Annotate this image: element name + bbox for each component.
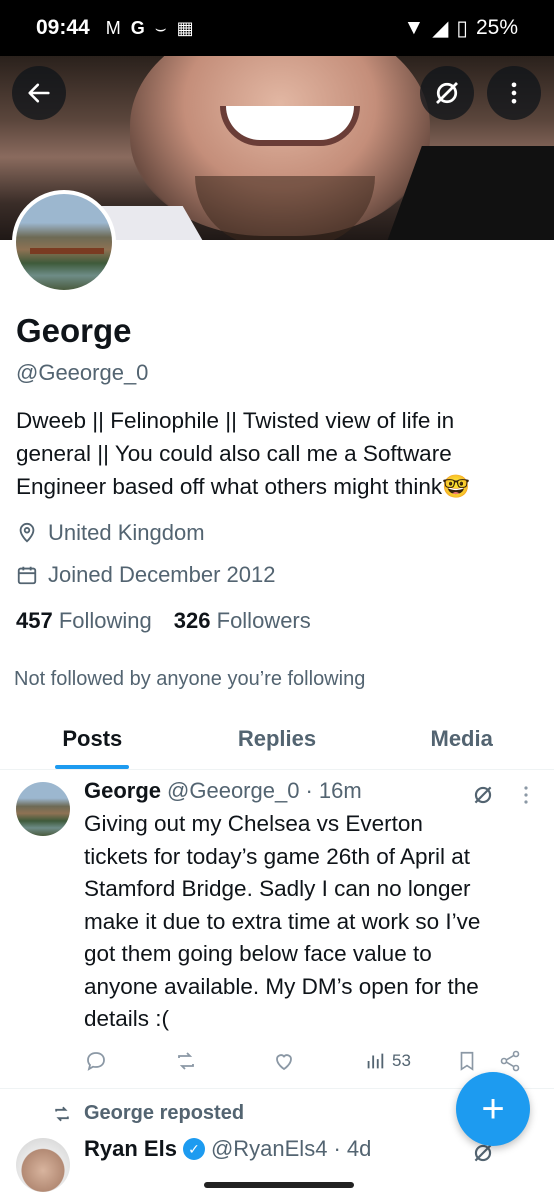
post-author-name[interactable]: George [84,778,161,804]
location-text: United Kingdom [48,520,205,545]
grok-icon [436,82,458,104]
tab-media[interactable]: Media [369,712,554,769]
location-pin-icon [19,522,35,543]
wifi-icon: ▼ [403,16,425,39]
repost-label: George reposted [84,1102,245,1124]
more-options-button[interactable] [487,66,541,120]
views-button[interactable]: 53 [364,1050,411,1072]
share-icon [500,1050,520,1072]
post-avatar[interactable] [16,782,70,836]
joined-text: Joined December 2012 [48,562,276,587]
profile-name: George [16,312,132,349]
bio-line: Engineer based off what others might thi… [16,474,471,499]
google-icon: G [130,17,145,38]
profile-joined: Joined December 2012 [16,562,275,588]
post-action-bar: 53 [84,1044,534,1078]
post-time: · 4d [333,1136,372,1161]
compose-post-button[interactable]: + [456,1072,530,1146]
arrow-left-icon [28,83,50,103]
battery-level: 25% [475,16,518,39]
reply-button[interactable] [84,1049,108,1073]
post-text: Giving out my Chelsea vs Everton tickets… [84,811,481,1031]
grok-icon[interactable] [470,782,496,808]
status-bar: 09:44 M G ⌣ ▦ ▼ ◢ ▯ 25% [0,0,554,56]
post-author-name[interactable]: Ryan Els [84,1136,177,1162]
post-header: George @Geeorge_0 · 16m [84,778,362,804]
tab-posts[interactable]: Posts [0,712,185,769]
profile-handle: @Geeorge_0 [16,360,149,385]
reply-icon [87,1052,105,1071]
more-vertical-icon [511,82,517,104]
profile-location: United Kingdom [16,520,205,546]
signal-icon: ◢ [432,16,449,40]
gesture-nav-bar[interactable] [204,1182,354,1188]
profile-avatar[interactable] [12,190,116,294]
following-link[interactable]: 457 Following [16,608,152,634]
bookmark-button[interactable] [456,1049,478,1073]
repost-icon [55,1106,69,1121]
bio-line: Dweeb || Felinophile || Twisted view of … [16,408,455,433]
share-button[interactable] [498,1049,522,1073]
verified-badge-icon: ✓ [182,1138,205,1160]
bio-line: general || You could also call me a Soft… [16,441,452,466]
post-time: · 16m [305,778,362,803]
post-header: Ryan Els ✓ @RyanEls4 · 4d [84,1136,371,1162]
calendar-icon: ▦ [176,17,194,38]
repost-button[interactable] [174,1049,198,1073]
views-count: 53 [392,1051,411,1070]
heart-icon [276,1054,292,1071]
gmail-icon: M [105,17,121,38]
clock: 09:44 [36,16,90,39]
system-icons: ▼ ◢ ▯ 25% [403,16,518,41]
not-followed-text: Not followed by anyone you’re following [14,668,366,690]
repost-context: George reposted [52,1102,244,1125]
followers-link[interactable]: 326 Followers [174,608,311,634]
like-button[interactable] [272,1049,296,1073]
bookmark-icon [460,1051,474,1071]
tab-replies[interactable]: Replies [185,712,370,769]
views-chart-icon [367,1053,384,1069]
calendar-icon [17,566,37,585]
amazon-icon: ⌣ [154,17,167,38]
profile-bio: Dweeb || Felinophile || Twisted view of … [16,404,536,503]
notification-icons: M G ⌣ ▦ [106,18,194,39]
post-more-icon[interactable] [514,782,538,808]
back-button[interactable] [12,66,66,120]
profile-tabs: Posts Replies Media [0,712,554,770]
active-tab-indicator [55,765,130,769]
post-author-handle: @RyanEls4 [210,1136,328,1161]
repost-icon [178,1052,194,1070]
battery-icon: ▯ [456,16,468,40]
follow-counts: 457 Following 326 Followers [16,608,311,634]
plus-icon: + [481,1086,505,1131]
grok-button[interactable] [420,66,474,120]
post-avatar[interactable] [16,1138,70,1192]
post-author-handle: @Geeorge_0 [167,778,300,803]
